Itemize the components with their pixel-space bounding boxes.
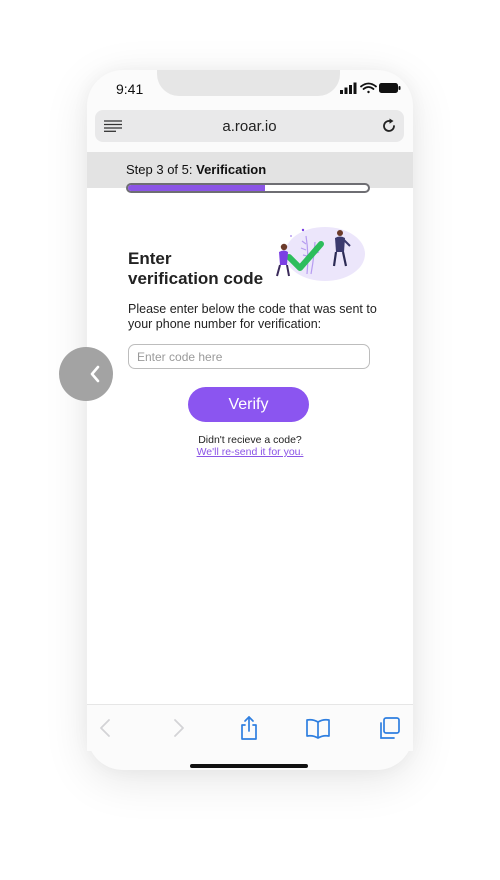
- forward-arrow-icon[interactable]: [165, 715, 191, 741]
- step-name: Verification: [196, 162, 267, 177]
- chevron-left-icon: [90, 365, 100, 383]
- verification-illustration: [276, 227, 365, 281]
- bookmarks-icon[interactable]: [305, 715, 331, 741]
- browser-toolbar: [87, 704, 413, 751]
- verify-button[interactable]: Verify: [188, 387, 309, 422]
- step-indicator: Step 3 of 5: Verification: [126, 162, 266, 177]
- signal-icon: [340, 82, 357, 94]
- back-arrow-icon[interactable]: [93, 715, 119, 741]
- status-time: 9:41: [116, 81, 144, 97]
- resend-link[interactable]: We'll re-send it for you.: [87, 446, 413, 458]
- page-title: Enter verification code: [128, 249, 263, 289]
- web-content: Step 3 of 5: Verification Enter verifica…: [87, 152, 413, 704]
- share-icon[interactable]: [236, 715, 262, 741]
- tabs-icon[interactable]: [376, 715, 402, 741]
- url-text[interactable]: a.roar.io: [95, 118, 404, 135]
- verification-code-input[interactable]: [128, 344, 370, 369]
- progress-fill: [128, 185, 265, 191]
- progress-bar: [126, 183, 370, 193]
- back-button[interactable]: [59, 347, 113, 401]
- home-indicator: [190, 764, 308, 768]
- address-bar[interactable]: a.roar.io: [95, 110, 404, 142]
- step-prefix: Step 3 of 5:: [126, 162, 197, 177]
- resend-question: Didn't recieve a code?: [198, 434, 302, 446]
- title-line-2: verification code: [128, 269, 264, 288]
- status-icons: [340, 82, 401, 94]
- title-line-1: Enter: [128, 249, 172, 268]
- instruction-text: Please enter below the code that was sen…: [128, 302, 377, 331]
- phone-notch: [157, 70, 340, 96]
- battery-icon: [379, 83, 401, 93]
- wifi-icon: [360, 82, 377, 94]
- reload-icon[interactable]: [381, 118, 397, 134]
